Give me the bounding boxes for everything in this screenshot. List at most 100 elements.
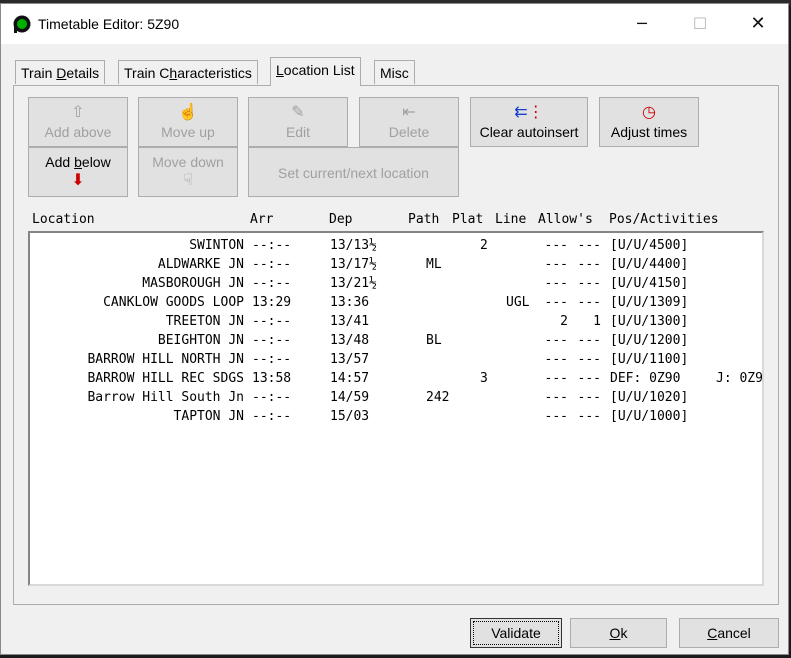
add-above-label: Add above (44, 124, 112, 140)
location-row[interactable]: TREETON JN --:-- 13/41 2 1 [U/U/1300] (30, 312, 762, 331)
cell-extra: J: 0Z9 (716, 371, 763, 386)
delete-label: Delete (388, 124, 430, 140)
clear-autoinsert-label: Clear autoinsert (479, 124, 579, 140)
cell-a2: --- (577, 371, 601, 386)
hand-up-icon: ☝ (178, 104, 198, 121)
column-header-dep: Dep (329, 212, 353, 227)
cell-dep: 13/48 (330, 333, 370, 348)
location-row[interactable]: BARROW HILL NORTH JN --:-- 13/57 --- --- [U/U… (30, 350, 762, 369)
cell-loc: ALDWARKE JN (157, 257, 244, 272)
cell-pos: [U/U/1309] (610, 295, 689, 310)
location-row[interactable]: Barrow Hill South Jn --:-- 14/59 242 --- --- [… (30, 388, 762, 407)
location-row[interactable]: ALDWARKE JN --:-- 13/17½ ML --- --- [U/U/4400] (30, 255, 762, 274)
cell-arr: --:-- (252, 238, 292, 253)
location-row[interactable]: TAPTON JN --:-- 15/03 --- --- [U/U/1000] (30, 407, 762, 426)
cell-a1: --- (544, 333, 568, 348)
validate-label: Validate (491, 625, 541, 641)
cell-loc: TAPTON JN (173, 409, 244, 424)
move-down-button[interactable]: Move down ☟ (138, 147, 238, 197)
cell-pos: DEF: 0Z90 (610, 371, 681, 386)
location-row[interactable]: SWINTON --:-- 13/13½ 2 --- --- [U/U/4500] (30, 236, 762, 255)
cell-a2: --- (577, 276, 601, 291)
set-current-next-label: Set current/next location (278, 165, 429, 181)
minimize-button[interactable]: ─ (613, 4, 671, 44)
cell-a1: --- (544, 371, 568, 386)
ok-label: k (620, 625, 628, 641)
cancel-button[interactable]: Cancel (679, 618, 779, 648)
cell-arr: --:-- (252, 409, 292, 424)
up-arrow-icon: ⇧ (71, 104, 85, 121)
clock-icon: ◷ (642, 104, 656, 121)
cell-a2: --- (577, 295, 601, 310)
edit-icon: ✎ (291, 104, 305, 121)
clear-autoinsert-button[interactable]: ⇇⋮ Clear autoinsert (470, 97, 588, 147)
move-down-label: Move down (152, 154, 224, 170)
cell-a2: 1 (593, 314, 601, 329)
move-up-button[interactable]: ☝ Move up (138, 97, 238, 147)
delete-button[interactable]: ⇤ Delete (359, 97, 459, 147)
cell-line: UGL (506, 295, 530, 310)
tab-label: ocation List (283, 62, 355, 78)
tab-train-details[interactable]: Train Details (15, 60, 106, 84)
tab-label-accel: L (276, 62, 284, 78)
cell-dep: 13/17½ (330, 257, 377, 272)
move-up-label: Move up (161, 124, 215, 140)
cell-loc: BEIGHTON JN (157, 333, 244, 348)
column-header-pos-activities: Pos/Activities (609, 212, 719, 227)
set-current-next-button[interactable]: Set current/next location (248, 147, 459, 197)
tab-label-accel: D (56, 65, 67, 81)
hand-down-icon: ☟ (183, 172, 193, 189)
cancel-accel: C (707, 625, 718, 641)
cell-arr: --:-- (252, 314, 292, 329)
location-list[interactable]: SWINTON --:-- 13/13½ 2 --- --- [U/U/4500] ALDWA… (28, 231, 764, 586)
location-row[interactable]: BARROW HILL REC SDGS 13:58 14:57 3 --- --- DEF… (30, 369, 762, 388)
validate-button[interactable]: Validate (470, 618, 562, 648)
cell-dep: 13/21½ (330, 276, 377, 291)
cell-path: BL (426, 333, 442, 348)
column-header-line: Line (495, 212, 527, 227)
cell-dep: 13/57 (330, 352, 370, 367)
cell-loc: BARROW HILL NORTH JN (87, 352, 244, 367)
add-below-accel: b (74, 154, 82, 170)
column-header-allows: Allow's (538, 212, 593, 227)
cell-loc: Barrow Hill South Jn (87, 390, 244, 405)
cell-pos: [U/U/1020] (610, 390, 689, 405)
ok-button[interactable]: Ok (570, 618, 667, 648)
add-below-text: Add (45, 154, 75, 170)
tab-train-characteristics[interactable]: Train Characteristics (118, 60, 258, 84)
add-below-button[interactable]: Add below ⬇ (28, 147, 128, 197)
maximize-button[interactable]: ☐ (671, 4, 729, 44)
cell-arr: 13:58 (252, 371, 292, 386)
cell-a1: 2 (560, 314, 568, 329)
window-title: Timetable Editor: 5Z90 (38, 16, 180, 32)
cell-pos: [U/U/1200] (610, 333, 689, 348)
adjust-times-button[interactable]: ◷ Adjust times (599, 97, 699, 147)
location-row[interactable]: CANKLOW GOODS LOOP 13:29 13:36 UGL --- --- [U/… (30, 293, 762, 312)
cell-pos: [U/U/1000] (610, 409, 689, 424)
cell-a1: --- (544, 276, 568, 291)
cell-a1: --- (544, 238, 568, 253)
down-arrow-icon: ⬇ (71, 172, 85, 189)
cell-arr: 13:29 (252, 295, 292, 310)
cell-path: ML (426, 257, 442, 272)
add-below-label: Add below (29, 154, 127, 170)
cell-loc: BARROW HILL REC SDGS (87, 371, 244, 386)
column-header-location: Location (32, 212, 95, 227)
cell-dep: 13/41 (330, 314, 370, 329)
clear-autoinsert-icon: ⇇⋮ (514, 104, 544, 121)
title-bar[interactable]: Timetable Editor: 5Z90 ─ ☐ ✕ (1, 4, 788, 44)
edit-button[interactable]: ✎ Edit (248, 97, 348, 147)
cell-pos: [U/U/4150] (610, 276, 689, 291)
cell-a1: --- (544, 295, 568, 310)
cell-dep: 13:36 (330, 295, 370, 310)
location-row[interactable]: BEIGHTON JN --:-- 13/48 BL --- --- [U/U/1200] (30, 331, 762, 350)
tab-location-list[interactable]: Location List (270, 57, 361, 86)
add-above-button[interactable]: ⇧ Add above (28, 97, 128, 147)
column-header-plat: Plat (452, 212, 484, 227)
column-header-arr: Arr (250, 212, 274, 227)
delete-icon: ⇤ (402, 104, 416, 121)
close-button[interactable]: ✕ (729, 4, 787, 44)
tab-misc[interactable]: Misc (374, 60, 415, 84)
location-row[interactable]: MASBOROUGH JN --:-- 13/21½ --- --- [U/U/4150] (30, 274, 762, 293)
cell-dep: 14:57 (330, 371, 370, 386)
